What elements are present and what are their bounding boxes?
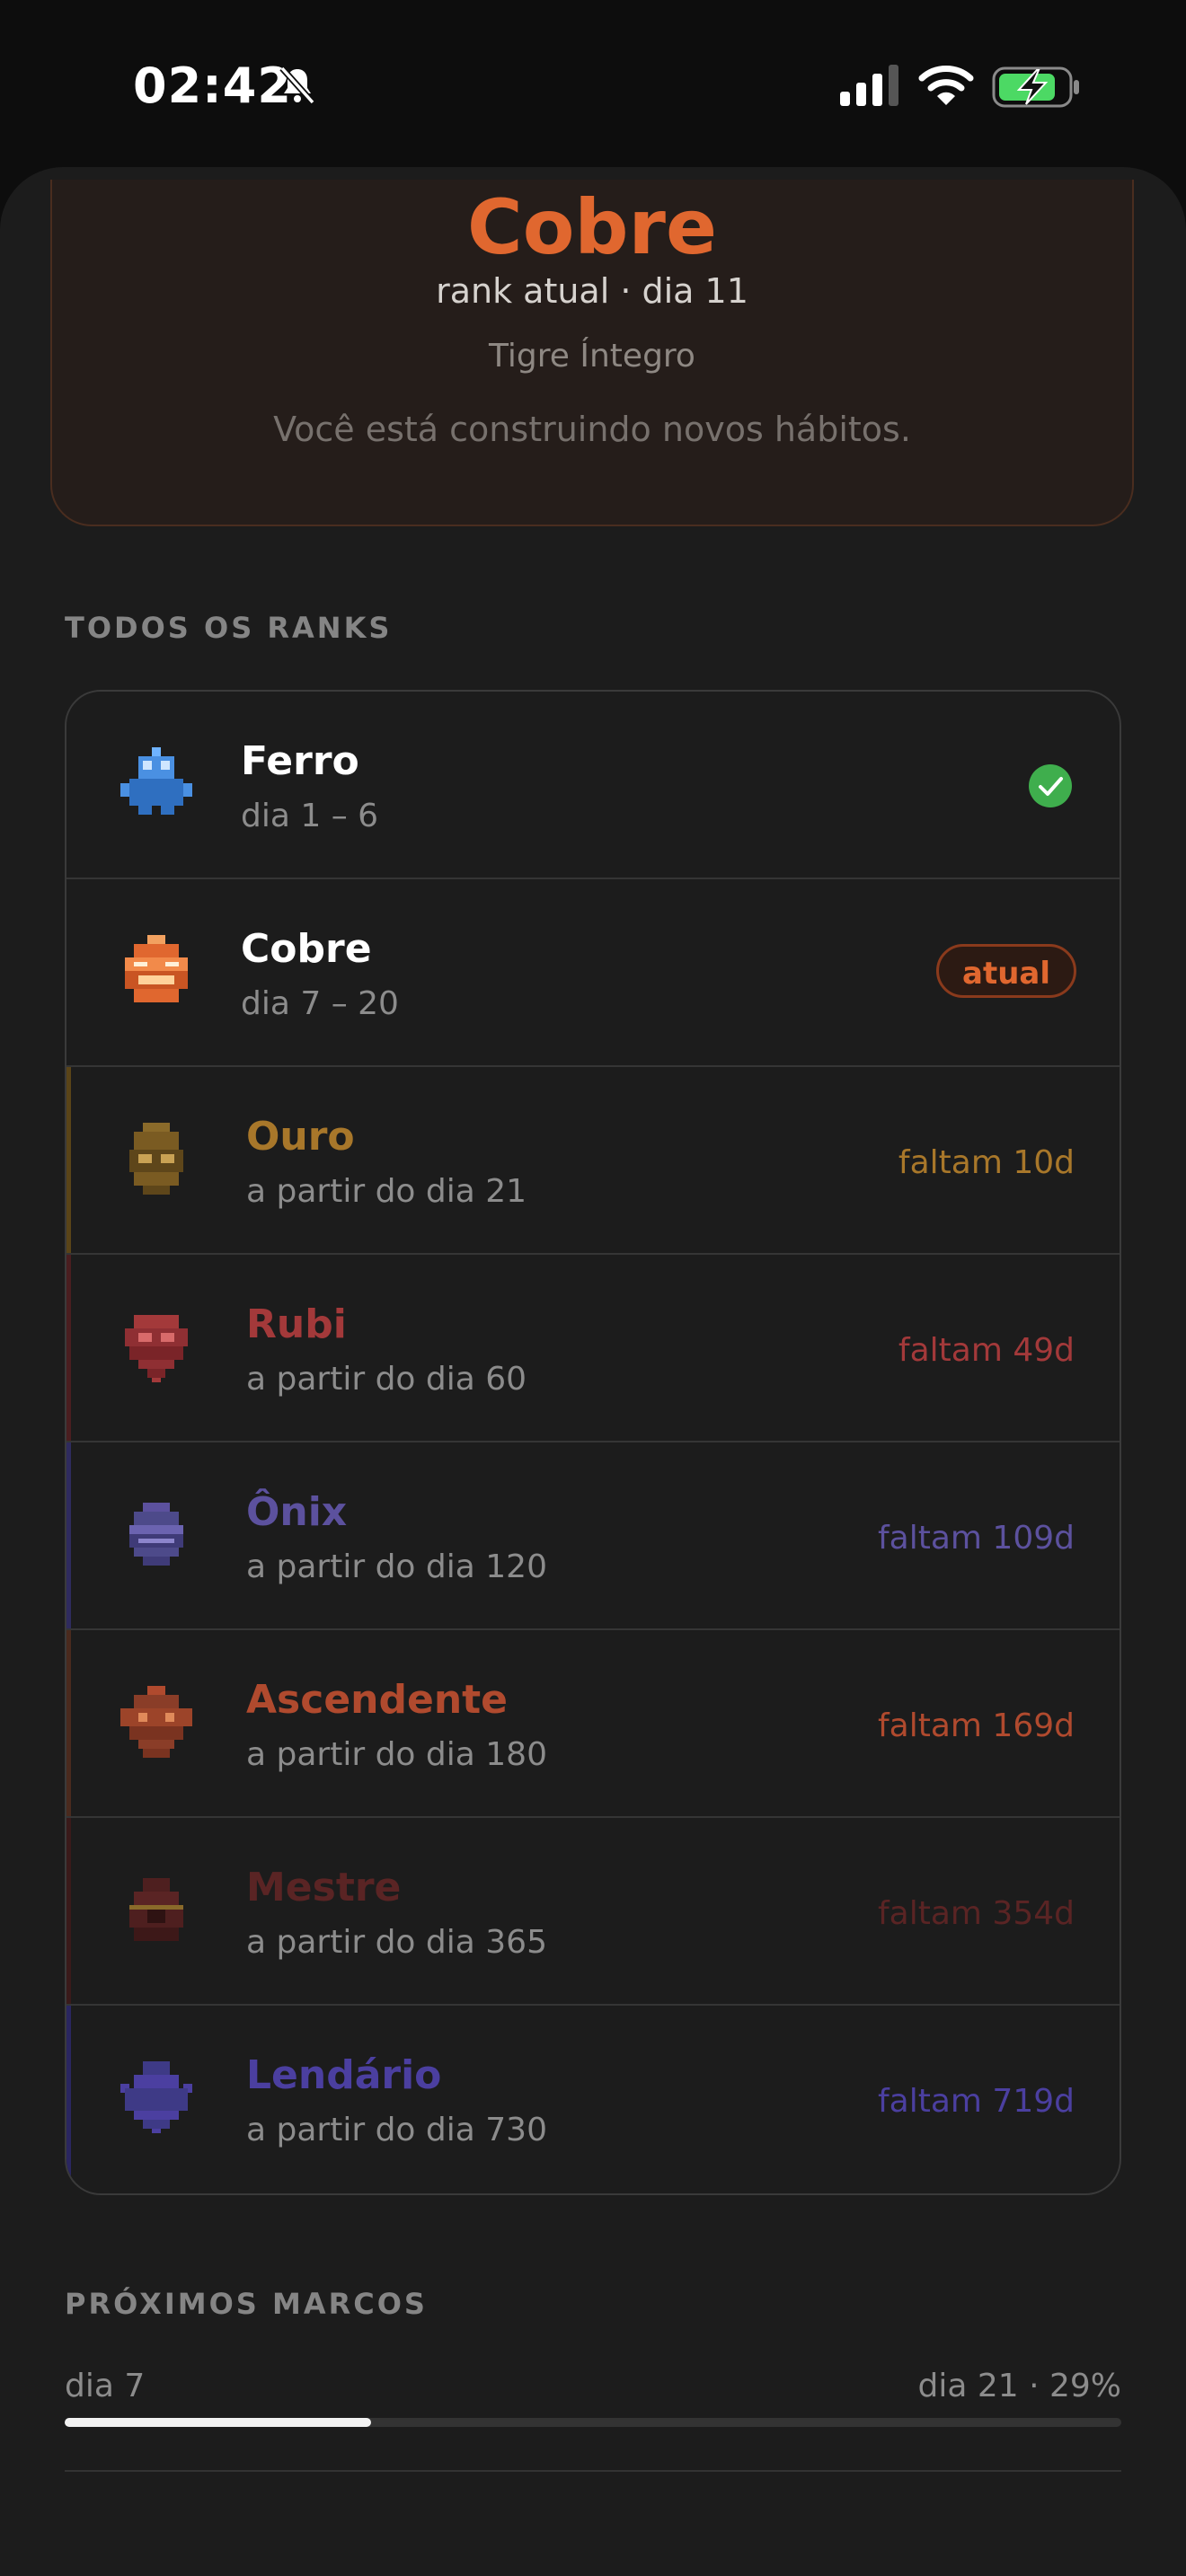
rank-remaining: faltam 719d bbox=[878, 2083, 1075, 2120]
status-bar: 02:42 bbox=[0, 0, 1186, 171]
milestone-start: dia 7 bbox=[65, 2368, 146, 2404]
rank-name: Cobre bbox=[241, 926, 372, 972]
rank-remaining: faltam 354d bbox=[878, 1895, 1075, 1932]
current-rank-description: Você está construindo novos hábitos. bbox=[273, 410, 911, 449]
lendario-rank-icon bbox=[120, 2061, 192, 2133]
rank-row-rubi[interactable]: Rubi a partir do dia 60 faltam 49d bbox=[66, 1255, 1120, 1442]
rank-row-lendario[interactable]: Lendário a partir do dia 730 faltam 719d bbox=[66, 2006, 1120, 2193]
rank-range: a partir do dia 365 bbox=[246, 1924, 547, 1961]
rank-accent bbox=[66, 1067, 71, 1253]
rank-remaining: faltam 10d bbox=[898, 1144, 1075, 1181]
rank-row-onix[interactable]: Ônix a partir do dia 120 faltam 109d bbox=[66, 1442, 1120, 1630]
rank-name: Ferro bbox=[241, 738, 359, 784]
rubi-rank-icon bbox=[125, 1315, 188, 1382]
rank-row-ascendente[interactable]: Ascendente a partir do dia 180 faltam 16… bbox=[66, 1630, 1120, 1818]
rank-range: a partir do dia 60 bbox=[246, 1361, 527, 1398]
rank-accent bbox=[66, 1818, 71, 2004]
rank-name: Rubi bbox=[246, 1301, 347, 1347]
milestones-section-label: PRÓXIMOS MARCOS bbox=[65, 2287, 428, 2321]
rank-accent bbox=[66, 1255, 71, 1441]
rank-row-ouro[interactable]: Ouro a partir do dia 21 faltam 10d bbox=[66, 1067, 1120, 1255]
rank-name: Ascendente bbox=[246, 1677, 509, 1723]
rank-name: Ônix bbox=[246, 1489, 348, 1535]
rank-range: dia 1 – 6 bbox=[241, 798, 379, 834]
milestone-progress-fill bbox=[65, 2418, 372, 2427]
ranks-section-label: TODOS OS RANKS bbox=[65, 611, 393, 645]
mestre-rank-icon bbox=[129, 1878, 183, 1941]
milestone-progress-track bbox=[65, 2418, 1121, 2427]
current-rank-title: Cobre bbox=[467, 183, 717, 271]
ranks-list: Ferro dia 1 – 6 Cobre dia 7 – 20 atual O… bbox=[65, 690, 1121, 2195]
divider bbox=[65, 2470, 1121, 2472]
current-rank-subtitle: rank atual · dia 11 bbox=[436, 271, 748, 311]
rank-accent bbox=[66, 1442, 71, 1628]
rank-remaining: faltam 109d bbox=[878, 1520, 1075, 1557]
rank-accent bbox=[66, 2006, 71, 2193]
ferro-rank-icon bbox=[120, 747, 192, 815]
rank-remaining: faltam 169d bbox=[878, 1707, 1075, 1744]
rank-accent bbox=[66, 1630, 71, 1816]
signal-icon bbox=[840, 65, 898, 106]
rank-name: Mestre bbox=[246, 1865, 402, 1910]
rank-row-mestre[interactable]: Mestre a partir do dia 365 faltam 354d bbox=[66, 1818, 1120, 2006]
bell-muted-icon bbox=[279, 66, 315, 105]
rank-name: Lendário bbox=[246, 2052, 442, 2098]
rank-range: a partir do dia 180 bbox=[246, 1736, 547, 1773]
ascendente-rank-icon bbox=[120, 1686, 192, 1758]
current-rank-name: Tigre Íntegro bbox=[489, 338, 695, 375]
current-rank-badge: atual bbox=[936, 944, 1076, 998]
status-time: 02:42 bbox=[133, 57, 292, 114]
rank-range: a partir do dia 21 bbox=[246, 1173, 527, 1210]
current-rank-card: Cobre rank atual · dia 11 Tigre Íntegro … bbox=[50, 180, 1134, 526]
battery-charging-icon bbox=[992, 66, 1079, 108]
milestone-end: dia 21 · 29% bbox=[917, 2368, 1121, 2404]
rank-range: a partir do dia 120 bbox=[246, 1548, 547, 1585]
check-circle-icon bbox=[1029, 764, 1072, 807]
rank-range: dia 7 – 20 bbox=[241, 985, 399, 1022]
ouro-rank-icon bbox=[129, 1123, 183, 1195]
rank-remaining: faltam 49d bbox=[898, 1332, 1075, 1369]
onix-rank-icon bbox=[129, 1503, 183, 1566]
rank-range: a partir do dia 730 bbox=[246, 2112, 547, 2148]
rank-name: Ouro bbox=[246, 1114, 355, 1160]
rank-row-cobre[interactable]: Cobre dia 7 – 20 atual bbox=[66, 879, 1120, 1067]
cobre-rank-icon bbox=[125, 935, 188, 1002]
rank-row-ferro[interactable]: Ferro dia 1 – 6 bbox=[66, 692, 1120, 879]
wifi-icon bbox=[918, 66, 974, 105]
